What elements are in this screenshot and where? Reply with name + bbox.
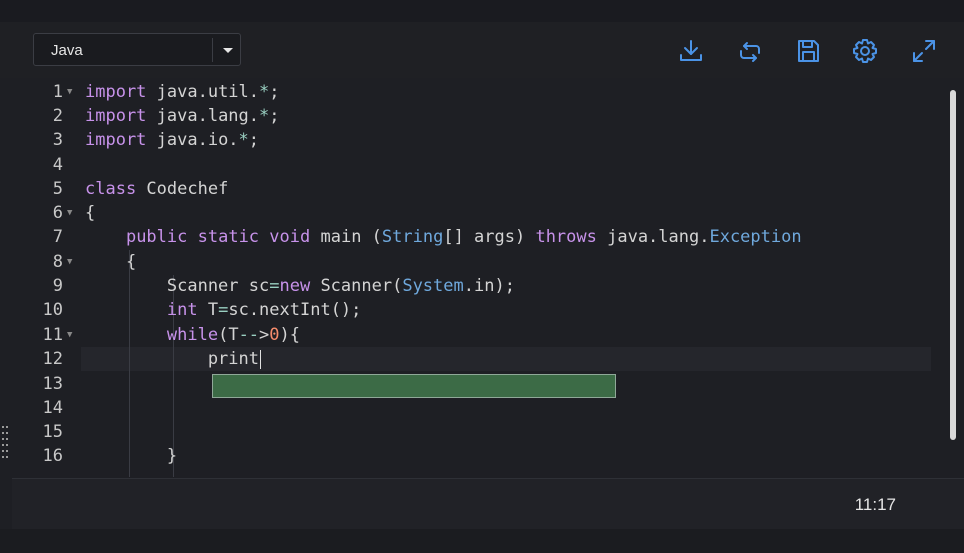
download-icon[interactable]	[677, 37, 705, 65]
fullscreen-icon[interactable]	[910, 37, 938, 65]
fold-arrow-icon[interactable]: ▼	[67, 323, 77, 347]
line-number: 1	[52, 82, 63, 102]
editor-status-bar: 11:17	[12, 478, 964, 530]
select-divider	[212, 38, 213, 62]
line-number: 2	[52, 106, 63, 126]
code-line: import java.util.*;	[85, 82, 280, 102]
code-editor[interactable]: 1 2 3 4 5 6 7 8 9 10 11 12 13 14 15 16 ▼…	[12, 79, 956, 477]
fold-arrow-icon[interactable]: ▼	[67, 250, 77, 274]
line-number: 12	[42, 349, 63, 369]
code-line: {	[85, 252, 137, 272]
line-number: 8	[52, 252, 63, 272]
line-number: 5	[52, 179, 63, 199]
language-select[interactable]: Java	[33, 33, 241, 66]
line-number: 10	[42, 300, 63, 320]
editor-toolbar: Java	[0, 22, 964, 78]
code-line: int T=sc.nextInt();	[166, 300, 362, 320]
code-line: public static void main (String[] args) …	[125, 227, 802, 247]
line-number-gutter: 1 2 3 4 5 6 7 8 9 10 11 12 13 14 15 16 ▼…	[12, 79, 78, 477]
vertical-scrollbar-thumb[interactable]	[950, 90, 956, 440]
code-line: {	[85, 203, 96, 223]
line-number: 13	[42, 374, 63, 394]
resize-grip-icon[interactable]	[2, 424, 10, 464]
reset-icon[interactable]	[736, 37, 764, 65]
line-number: 4	[52, 155, 63, 175]
fold-arrow-icon[interactable]: ▼	[67, 201, 77, 225]
line-number: 16	[42, 446, 63, 466]
code-line: import java.io.*;	[85, 130, 260, 150]
code-line: import java.lang.*;	[85, 106, 280, 126]
fold-arrow-icon[interactable]: ▼	[67, 80, 77, 104]
code-line: while(T-->0){	[166, 325, 301, 345]
code-line: print	[85, 349, 261, 369]
code-line: class Codechef	[85, 179, 229, 199]
line-number: 6	[52, 203, 63, 223]
bottom-strip	[0, 529, 964, 553]
line-number: 9	[52, 276, 63, 296]
window-top-strip	[0, 0, 964, 23]
line-number: 14	[42, 398, 63, 418]
code-line: }	[85, 446, 178, 466]
code-line: Scanner sc=new Scanner(System.in);	[85, 276, 515, 296]
cursor-position: 11:17	[854, 495, 896, 514]
save-icon[interactable]	[794, 37, 822, 65]
gear-icon[interactable]	[851, 37, 879, 65]
line-number: 15	[42, 422, 63, 442]
line-number: 11	[42, 325, 63, 345]
line-number: 7	[52, 227, 63, 247]
line-number: 3	[52, 130, 63, 150]
chevron-down-icon	[223, 48, 233, 53]
autocomplete-suggestion[interactable]: UnsupportedOperationExceptionkeywo	[212, 374, 616, 398]
language-select-value: Java	[51, 42, 83, 59]
